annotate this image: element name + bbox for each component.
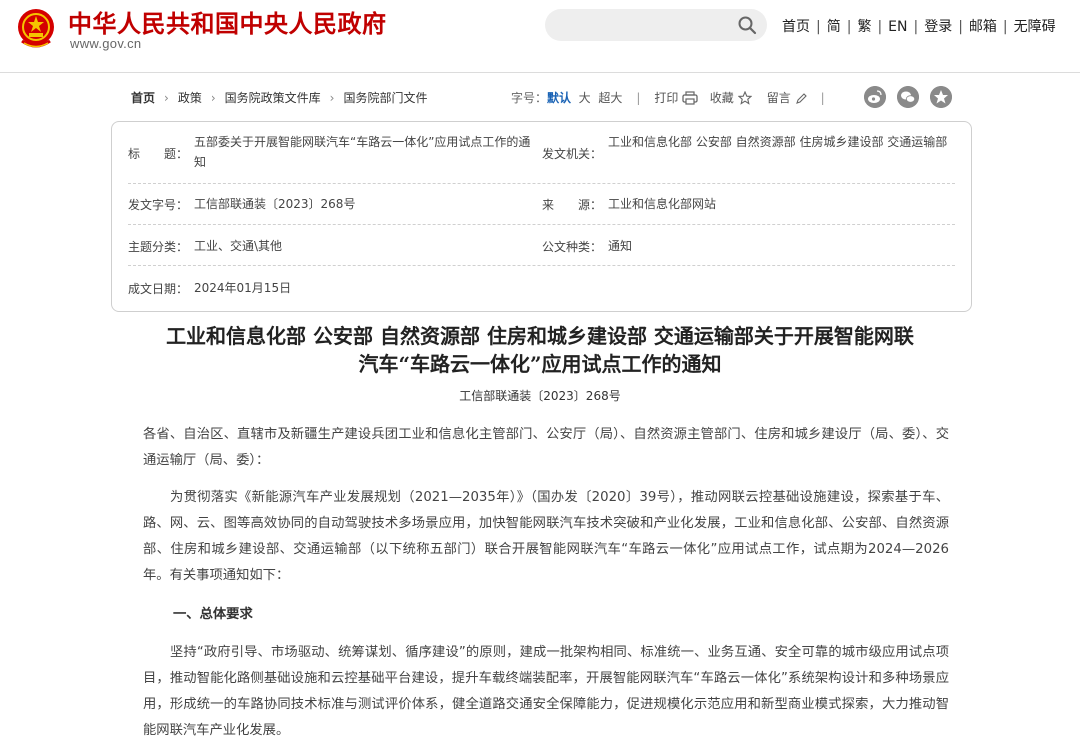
site-title[interactable]: 中华人民共和国中央人民政府 [68,4,387,39]
weibo-icon[interactable] [864,86,886,108]
source-value: 工业和信息化部网站 [608,197,717,211]
breadcrumb-department-docs[interactable]: 国务院部门文件 [343,91,427,105]
article-headline: 工业和信息化部 公安部 自然资源部 住房和城乡建设部 交通运输部关于开展智能网联… [130,322,950,378]
title-label: 标 题： [128,147,189,161]
category-value: 工业、交通\其他 [194,239,283,253]
nav-simplified[interactable]: 简 [827,19,841,35]
nav-accessibility[interactable]: 无障碍 [1014,19,1056,35]
issuer-value: 工业和信息化部 公安部 自然资源部 住房城乡建设部 交通运输部 [608,135,948,149]
date-value: 2024年01月15日 [194,281,292,295]
info-row-title: 标 题： 五部委关于开展智能网联汽车“车路云一体化”应用试点工作的通知 发文机关… [128,132,955,184]
source-label: 来 源： [542,198,603,212]
nav-traditional[interactable]: 繁 [857,19,871,35]
search-input[interactable] [545,9,767,41]
section-body-paragraph: 坚持“政府引导、市场驱动、统筹谋划、循序建设”的原则，建成一批架构相同、标准统一… [143,645,949,738]
section-heading: 一、总体要求 [173,607,253,622]
site-header: 中华人民共和国中央人民政府 www.gov.cn 首页 | 简 | 繁 | EN | 登录 | 邮箱… [0,0,1080,73]
font-size-default[interactable]: 默认 [547,91,571,105]
nav-login[interactable]: 登录 [924,19,952,35]
breadcrumb: 首页 › 政策 › 国务院政策文件库 › 国务院部门文件 字号：默认 大 超大 | 打印 收藏 … [131,86,961,108]
pencil-icon [795,93,807,104]
title-value: 五部委关于开展智能网联汽车“车路云一体化”应用试点工作的通知 [194,135,531,169]
document-info-box: 标 题： 五部委关于开展智能网联汽车“车路云一体化”应用试点工作的通知 发文机关… [111,121,972,312]
comment-button[interactable]: 留言 [767,91,807,105]
intro-paragraph: 为贯彻落实《新能源汽车产业发展规划（2021—2035年）》（国办发〔2020〕… [143,490,949,583]
site-url: www.gov.cn [70,36,142,51]
doctype-label: 公文种类： [542,240,603,254]
article-tools: 字号：默认 大 超大 | 打印 收藏 留言 | [511,90,825,105]
issuer-label: 发文机关： [542,147,603,161]
info-row-date: 成文日期： 2024年01月15日 [128,266,955,302]
qzone-icon[interactable] [930,86,952,108]
docno-label: 发文字号： [128,198,189,212]
print-label: 打印 [654,91,679,105]
favorite-label: 收藏 [709,91,734,105]
wechat-icon[interactable] [897,86,919,108]
doctype-value: 通知 [608,239,633,253]
printer-icon [682,91,698,105]
star-icon [737,90,752,105]
breadcrumb-policy[interactable]: 政策 [178,91,202,105]
comment-label: 留言 [766,91,791,105]
national-emblem-icon [18,9,54,48]
font-size-label: 字号： [511,91,548,105]
date-label: 成文日期： [128,282,189,296]
favorite-button[interactable]: 收藏 [709,90,752,105]
print-button[interactable]: 打印 [654,91,698,105]
font-size-xlarge[interactable]: 超大 [598,91,622,105]
breadcrumb-policy-library[interactable]: 国务院政策文件库 [225,91,321,105]
breadcrumb-home[interactable]: 首页 [131,91,155,105]
font-size-large[interactable]: 大 [579,91,591,105]
nav-home[interactable]: 首页 [782,19,810,35]
headline-line-2: 汽车“车路云一体化”应用试点工作的通知 [358,352,722,376]
info-row-docno: 发文字号： 工信部联通装〔2023〕268号 来 源： 工业和信息化部网站 [128,184,955,225]
search-icon[interactable] [737,15,757,35]
docno-value: 工信部联通装〔2023〕268号 [194,197,356,211]
category-label: 主题分类： [128,240,189,254]
info-row-category: 主题分类： 工业、交通\其他 公文种类： 通知 [128,225,955,266]
salutation-paragraph: 各省、自治区、直辖市及新疆生产建设兵团工业和信息化主管部门、公安厅（局）、自然资… [143,427,949,468]
nav-mail[interactable]: 邮箱 [969,19,997,35]
article-doc-number: 工信部联通装〔2023〕268号 [459,389,621,403]
nav-english[interactable]: EN [888,19,907,35]
top-nav: 首页 | 简 | 繁 | EN | 登录 | 邮箱 | 无障碍 [782,19,1056,35]
headline-line-1: 工业和信息化部 公安部 自然资源部 住房和城乡建设部 交通运输部关于开展智能网联 [166,324,914,348]
